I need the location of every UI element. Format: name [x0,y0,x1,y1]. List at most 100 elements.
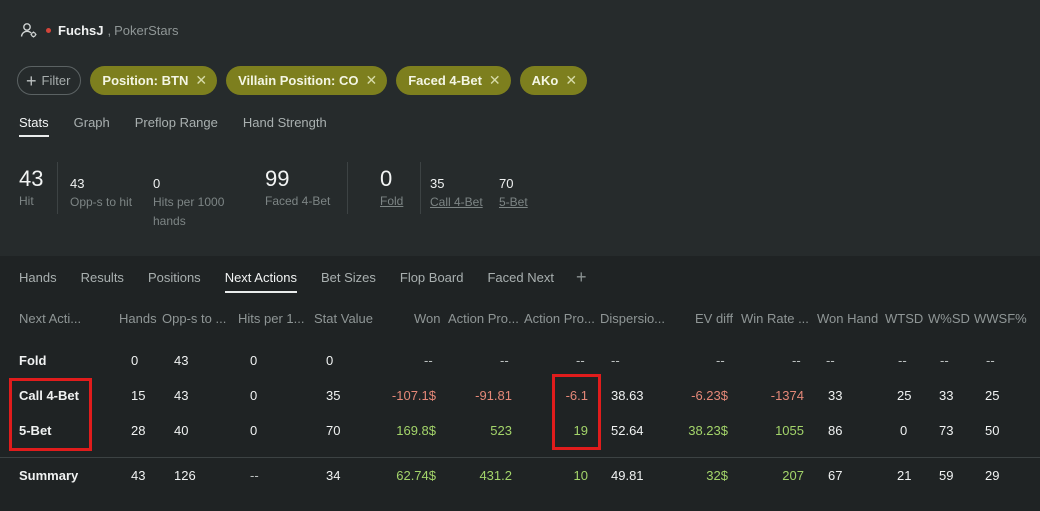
cell-dispersion: -- [611,353,620,368]
tab-hands[interactable]: Hands [19,270,57,291]
stat-hit-value: 43 [19,166,44,191]
cell-stat-value: 34 [326,468,341,483]
close-icon[interactable]: ✕ [489,72,501,89]
cell-action-profit: -91.81 [475,388,512,403]
stat-fold-value: 0 [380,166,393,191]
cell-wtsd: -- [898,353,907,368]
plus-icon: + [26,70,37,91]
divider [420,162,421,214]
user-settings-icon[interactable] [20,21,38,39]
col-won-hand[interactable]: Won Hand [817,311,878,326]
table-row[interactable]: Fold 0 43 0 0 -- -- -- -- -- -- -- -- --… [0,346,1040,376]
tab-flop-board[interactable]: Flop Board [400,270,464,291]
col-wsd[interactable]: W%SD [928,311,970,326]
summary-divider [0,457,1040,458]
cell-action-profit: 431.2 [479,468,512,483]
col-action-profit[interactable]: Action Pro... [448,311,520,326]
cell-action: Fold [19,353,47,368]
col-win-rate[interactable]: Win Rate ... [741,311,809,326]
close-icon[interactable]: ✕ [365,72,377,89]
col-ev-diff[interactable]: EV diff [695,311,733,326]
col-stat-value[interactable]: Stat Value [314,311,373,326]
tab-results[interactable]: Results [81,270,124,291]
table-row[interactable]: Call 4-Bet 15 43 0 35 -107.1$ -91.81 -6.… [0,381,1040,411]
cell-hits-per: 0 [250,353,258,368]
filter-bar: + Filter Position: BTN ✕ Villain Positio… [17,66,588,95]
highlight-box-actions [9,378,92,451]
tab-preflop-range[interactable]: Preflop Range [135,115,218,137]
tab-stats[interactable]: Stats [19,115,49,137]
cell-won-hand: 86 [828,423,843,438]
cell-win-rate: 207 [782,468,804,483]
cell-wwsf: 25 [985,388,1000,403]
cell-won-hand: -- [826,353,835,368]
cell-hits-per: -- [250,468,259,483]
stat-call-value: 35 [430,176,445,191]
cell-win-rate: 1055 [775,423,804,438]
stat-faced-value: 99 [265,166,290,191]
cell-wsd: 33 [939,388,954,403]
col-action-profit-2[interactable]: Action Pro... [524,311,596,326]
cell-dispersion: 49.81 [611,468,644,483]
cell-wwsf: 29 [985,468,1000,483]
cell-action-profit-2: 10 [573,468,588,483]
cell-wwsf: -- [986,353,995,368]
cell-wsd: 73 [939,423,954,438]
close-icon[interactable]: ✕ [195,72,207,89]
col-won[interactable]: Won [414,311,441,326]
player-separator: , [107,22,112,38]
cell-hands: 43 [131,468,146,483]
cell-ev-diff: -6.23$ [691,388,728,403]
cell-hands: 28 [131,423,146,438]
tab-positions[interactable]: Positions [148,270,201,291]
col-hands[interactable]: Hands [119,311,157,326]
add-tab-icon[interactable]: + [576,268,587,286]
col-hits-per[interactable]: Hits per 1... [238,311,308,326]
col-wwsf[interactable]: WWSF% [974,311,1027,326]
cell-wtsd: 0 [900,423,908,438]
stat-faced-label: Faced 4-Bet [265,194,331,208]
stat-5bet-link[interactable]: 5-Bet [499,193,528,212]
cell-won-hand: 33 [828,388,843,403]
filter-chip-hand[interactable]: AKo ✕ [519,66,588,95]
col-next-action[interactable]: Next Acti... [19,311,99,326]
divider [347,162,348,214]
stat-fold-link[interactable]: Fold [380,192,403,211]
col-opps[interactable]: Opp-s to ... [162,311,232,326]
stat-hits-per-label: Hits per 1000 [153,195,225,209]
stat-hit-label: Hit [19,194,34,208]
filter-chip-villain-position[interactable]: Villain Position: CO ✕ [226,66,388,95]
stat-fold: 0 Fold [380,166,403,211]
close-icon[interactable]: ✕ [565,72,577,89]
tab-faced-next[interactable]: Faced Next [487,270,553,291]
tab-bet-sizes[interactable]: Bet Sizes [321,270,376,291]
stat-opps: 43 Opp-s to hit [70,176,132,212]
tab-hand-strength[interactable]: Hand Strength [243,115,327,137]
cell-action-profit: 523 [490,423,512,438]
player-header: FuchsJ , PokerStars [20,20,178,40]
cell-hands: 0 [131,353,139,368]
cell-hits-per: 0 [250,388,258,403]
cell-action-profit-2: -- [576,353,585,368]
cell-wsd: -- [940,353,949,368]
col-dispersion[interactable]: Dispersio... [600,311,666,326]
stat-faced-4bet: 99 Faced 4-Bet [265,166,330,211]
stat-5bet-value: 70 [499,176,514,191]
highlight-box-action-profit [552,374,601,450]
stat-5bet: 70 5-Bet [499,176,528,212]
table-row[interactable]: 5-Bet 28 40 0 70 169.8$ 523 19 52.64 38.… [0,416,1040,446]
tab-graph[interactable]: Graph [74,115,110,137]
stat-call-link[interactable]: Call 4-Bet [430,193,483,212]
filter-chip-position[interactable]: Position: BTN ✕ [90,66,218,95]
add-filter-button[interactable]: + Filter [17,66,82,95]
filter-chip-faced-4bet[interactable]: Faced 4-Bet ✕ [396,66,511,95]
tab-next-actions[interactable]: Next Actions [224,270,297,293]
cell-action-profit: -- [500,353,509,368]
col-wtsd[interactable]: WTSD [885,311,923,326]
cell-wtsd: 25 [897,388,912,403]
cell-opps: 43 [174,388,189,403]
cell-won: 169.8$ [396,423,436,438]
cell-opps: 40 [174,423,189,438]
stat-hits-per-value: 0 [153,176,161,191]
cell-stat-value: 70 [326,423,341,438]
